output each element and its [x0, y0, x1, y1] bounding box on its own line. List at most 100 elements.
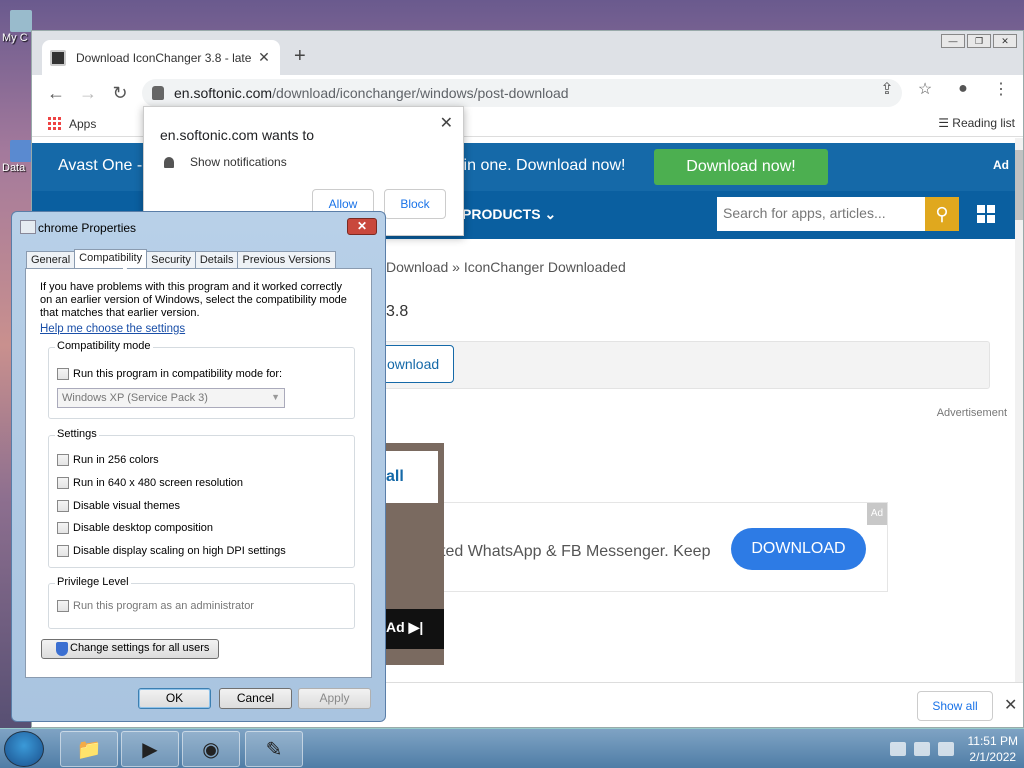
dialog-close-button[interactable]: ✕: [347, 218, 377, 235]
permission-text: Show notifications: [190, 155, 287, 169]
windows-icon[interactable]: [977, 205, 995, 223]
avast-banner-text-left: Avast One -: [58, 157, 143, 174]
favicon-icon: [50, 49, 66, 66]
apply-button[interactable]: Apply: [298, 688, 371, 709]
avast-download-button[interactable]: Download now!: [654, 149, 828, 185]
compatibility-mode-group: Compatibility mode Run this program in c…: [48, 340, 355, 419]
window-controls: — ❐ ✕: [941, 34, 1017, 48]
menu-dots-icon[interactable]: ⋮: [987, 79, 1015, 99]
desktop-icon-label: Data: [2, 162, 26, 174]
chrome-taskbar-icon[interactable]: ◉: [182, 731, 240, 767]
checkbox-640x480[interactable]: Run in 640 x 480 screen resolution: [57, 477, 243, 489]
forward-arrow-icon[interactable]: →: [72, 83, 104, 104]
share-icon[interactable]: ⇪: [873, 79, 901, 99]
close-shelf-icon[interactable]: ✕: [1004, 695, 1017, 715]
scrollbar-thumb[interactable]: [1015, 150, 1023, 220]
checkbox-label: Run this program in compatibility mode f…: [73, 368, 283, 380]
checkbox-icon[interactable]: [57, 500, 69, 512]
settings-group: Settings Run in 256 colors Run in 640 x …: [48, 428, 355, 568]
address-bar[interactable]: en.softonic.com/download/iconchanger/win…: [142, 79, 902, 107]
checkbox-icon[interactable]: [57, 454, 69, 466]
compat-mode-select[interactable]: Windows XP (Service Pack 3) ▼: [57, 388, 285, 408]
tab-compatibility[interactable]: Compatibility: [74, 249, 148, 270]
products-menu[interactable]: PRODUCTS ⌄: [462, 206, 556, 223]
lock-icon[interactable]: [152, 86, 164, 100]
close-tab-icon[interactable]: ✕: [256, 49, 272, 66]
video-ad-controls[interactable]: Ad ▶|: [386, 609, 444, 649]
checkbox-256-colors[interactable]: Run in 256 colors: [57, 454, 159, 466]
ad-badge: Ad: [993, 158, 1009, 172]
button-label: Change settings for all users: [70, 642, 210, 654]
intro-text: If you have problems with this program a…: [40, 281, 347, 319]
volume-icon[interactable]: [937, 742, 954, 756]
bookmark-star-icon[interactable]: ☆: [911, 79, 939, 99]
media-player-taskbar-icon[interactable]: ▶: [121, 731, 179, 767]
change-settings-all-users-button[interactable]: Change settings for all users: [41, 639, 219, 659]
desktop-icon-data[interactable]: Data: [2, 140, 32, 174]
tab-previous-versions[interactable]: Previous Versions: [237, 251, 336, 269]
compatibility-panel: If you have problems with this program a…: [25, 268, 372, 678]
ad-download-button[interactable]: DOWNLOAD: [731, 528, 866, 570]
checkbox-label: Run this program as an administrator: [73, 600, 254, 612]
browser-tab[interactable]: Download IconChanger 3.8 - late ✕: [42, 40, 280, 75]
page-scrollbar[interactable]: [1015, 138, 1023, 682]
advertisement-label: Advertisement: [936, 407, 1007, 419]
checkbox-icon[interactable]: [57, 600, 69, 612]
close-window-button[interactable]: ✕: [993, 34, 1017, 48]
start-button[interactable]: [4, 731, 44, 767]
run-as-admin-checkbox[interactable]: Run this program as an administrator: [57, 600, 254, 612]
computer-icon: [10, 10, 32, 32]
compat-mode-checkbox[interactable]: Run this program in compatibility mode f…: [57, 368, 282, 380]
tab-title: Download IconChanger 3.8 - late: [76, 50, 252, 65]
apps-shortcut[interactable]: Apps: [48, 117, 96, 131]
video-ad-text: all: [386, 468, 404, 485]
apps-label: Apps: [69, 116, 97, 131]
tab-details[interactable]: Details: [194, 251, 239, 269]
download-button[interactable]: ownload: [382, 345, 454, 383]
reading-list-button[interactable]: ☰ Reading list: [938, 116, 1015, 130]
avast-banner-text: ll in one. Download now!: [452, 157, 626, 174]
video-ad-card: all: [386, 451, 438, 503]
close-popup-icon[interactable]: ✕: [440, 113, 453, 133]
cancel-button[interactable]: Cancel: [219, 688, 292, 709]
checkbox-icon[interactable]: [57, 368, 69, 380]
breadcrumb-separator: »: [452, 259, 460, 275]
tab-general[interactable]: General: [26, 251, 76, 269]
bell-icon: [164, 157, 174, 168]
checkbox-disable-themes[interactable]: Disable visual themes: [57, 500, 180, 512]
site-search-input[interactable]: Search for apps, articles...: [717, 197, 925, 231]
breadcrumb-current: IconChanger Downloaded: [463, 259, 626, 275]
url-text: en.softonic.com/download/iconchanger/win…: [174, 85, 569, 101]
reload-icon[interactable]: ↻: [104, 83, 136, 104]
checkbox-icon[interactable]: [57, 522, 69, 534]
block-button[interactable]: Block: [384, 189, 446, 219]
new-tab-button[interactable]: +: [294, 45, 314, 68]
breadcrumb-download[interactable]: Download: [386, 259, 448, 275]
properties-dialog: chrome Properties ✕ General Compatibilit…: [11, 211, 386, 722]
checkbox-label: Disable display scaling on high DPI sett…: [73, 545, 286, 557]
clock[interactable]: 11:51 PM 2/1/2022: [968, 733, 1018, 765]
show-all-downloads-button[interactable]: Show all: [917, 691, 993, 721]
skip-icon[interactable]: ▶|: [409, 619, 424, 635]
whatsapp-ad[interactable]: ted WhatsApp & FB Messenger. Keep DOWNLO…: [440, 502, 888, 592]
minimize-button[interactable]: —: [941, 34, 965, 48]
checkbox-disable-composition[interactable]: Disable desktop composition: [57, 522, 213, 534]
desktop-icon-computer[interactable]: My C: [2, 10, 32, 44]
video-ad[interactable]: all Ad ▶|: [386, 443, 444, 665]
profile-icon[interactable]: ●: [949, 80, 977, 98]
notepad-taskbar-icon[interactable]: ✎: [245, 731, 303, 767]
tab-security[interactable]: Security: [146, 251, 196, 269]
search-icon[interactable]: ⚲: [925, 197, 959, 231]
group-label: Compatibility mode: [55, 340, 153, 352]
ok-button[interactable]: OK: [138, 688, 211, 709]
checkbox-disable-dpi-scaling[interactable]: Disable display scaling on high DPI sett…: [57, 545, 286, 557]
shortcut-icon: [10, 140, 32, 162]
back-arrow-icon[interactable]: ←: [40, 83, 72, 104]
checkbox-icon[interactable]: [57, 545, 69, 557]
help-link[interactable]: Help me choose the settings: [40, 323, 185, 335]
explorer-taskbar-icon[interactable]: 📁: [60, 731, 118, 767]
action-center-icon[interactable]: [889, 742, 906, 756]
checkbox-icon[interactable]: [57, 477, 69, 489]
maximize-button[interactable]: ❐: [967, 34, 991, 48]
network-icon[interactable]: [913, 742, 930, 756]
